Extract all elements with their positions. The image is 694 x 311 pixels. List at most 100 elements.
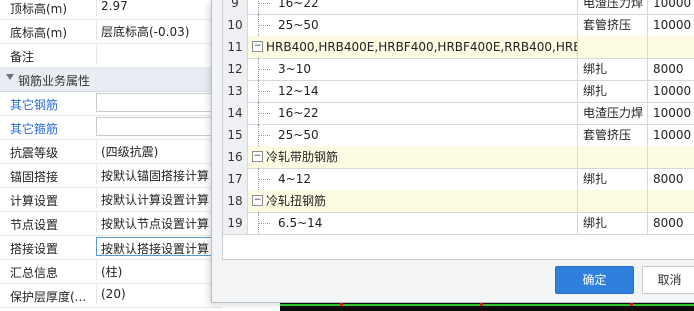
tree-line: [258, 25, 270, 26]
property-value[interactable]: [96, 45, 212, 64]
property-label[interactable]: 其它箍筋: [10, 120, 58, 137]
property-value[interactable]: 层底标高(-0.03): [96, 21, 212, 40]
table-row[interactable]: 15 25~50 套管挤压 10000: [223, 124, 694, 147]
table-row[interactable]: 10 25~50 套管挤压 10000: [223, 14, 694, 37]
property-label[interactable]: 其它钢筋: [10, 96, 58, 113]
property-value[interactable]: 按默认节点设置计算: [96, 213, 212, 232]
property-value[interactable]: 按默认搭接设置计算: [96, 237, 212, 256]
property-value[interactable]: 按默认计算设置计算: [96, 189, 212, 208]
row-number: 16: [223, 146, 248, 168]
property-row: 其它钢筋: [0, 91, 222, 116]
property-value[interactable]: (柱): [96, 261, 212, 280]
property-value[interactable]: (20): [96, 285, 212, 304]
connection-type-cell[interactable]: 绑扎: [578, 80, 648, 102]
property-value[interactable]: (四级抗震): [96, 141, 212, 160]
connection-type-cell[interactable]: 电渣压力焊: [578, 102, 648, 124]
property-value[interactable]: 2.97: [96, 0, 212, 16]
length-cell[interactable]: 8000: [648, 58, 694, 80]
rebar-name-cell[interactable]: 25~50: [248, 124, 578, 146]
property-row: 底标高(m) 层底标高(-0.03): [0, 19, 222, 44]
rebar-name-cell[interactable]: 25~50: [248, 14, 578, 36]
table-row[interactable]: 12 3~10 绑扎 8000: [223, 58, 694, 81]
connection-type-cell[interactable]: [578, 36, 648, 58]
property-label: 保护层厚度(...: [10, 290, 87, 304]
table-row[interactable]: 9 16~22 电渣压力焊 10000: [223, 0, 694, 15]
tree-line: [258, 69, 270, 70]
table-group-row[interactable]: 11− HRB400,HRB400E,HRBF400,HRBF400E,RRB40…: [223, 36, 694, 59]
collapse-triangle-icon[interactable]: [6, 74, 14, 80]
length-cell[interactable]: 10000: [648, 80, 694, 102]
collapse-box-icon[interactable]: −: [252, 195, 263, 206]
property-panel: 顶标高(m) 2.97 底标高(m) 层底标高(-0.03) 备注 钢筋业务属性其它钢筋其…: [0, 0, 222, 311]
rebar-name-cell[interactable]: − 冷轧带肋钢筋: [248, 146, 578, 168]
table-row[interactable]: 14 16~22 电渣压力焊 10000: [223, 102, 694, 125]
canvas-point: [480, 303, 483, 306]
canvas-point: [340, 303, 343, 306]
row-number: 9: [223, 0, 248, 14]
table-group-row[interactable]: 16− 冷轧带肋钢筋: [223, 146, 694, 169]
length-cell[interactable]: 10000: [648, 0, 694, 14]
tree-line: [258, 113, 270, 114]
drawing-canvas[interactable]: [280, 302, 694, 311]
property-row: 其它箍筋: [0, 115, 222, 140]
row-number: 17: [223, 168, 248, 190]
length-cell[interactable]: 10000: [648, 124, 694, 146]
connection-type-cell[interactable]: 绑扎: [578, 168, 648, 190]
rebar-name-cell[interactable]: − 冷轧扭钢筋: [248, 190, 578, 212]
diameter-range: 12~14: [278, 84, 319, 98]
table-row[interactable]: 19 6.5~14 绑扎 8000: [223, 212, 694, 235]
length-cell[interactable]: 8000: [648, 168, 694, 190]
group-name: 冷轧带肋钢筋: [266, 150, 339, 164]
length-cell[interactable]: [648, 146, 694, 168]
length-cell[interactable]: 10000: [648, 14, 694, 36]
table-group-row[interactable]: 18− 冷轧扭钢筋: [223, 190, 694, 213]
connection-type-cell[interactable]: 绑扎: [578, 58, 648, 80]
rebar-name-cell[interactable]: − HRB400,HRB400E,HRBF400,HRBF400E,RRB400,…: [248, 36, 578, 58]
length-cell[interactable]: [648, 36, 694, 58]
diameter-range: 3~10: [278, 62, 311, 76]
lap-settings-dialog: 9 16~22 电渣压力焊 10000 10 25~50 套管挤压 10000 11− HRB40…: [211, 0, 694, 303]
property-label: 节点设置: [10, 218, 59, 232]
diameter-range: 16~22: [278, 0, 319, 10]
rebar-name-cell[interactable]: 3~10: [248, 58, 578, 80]
connection-type-cell[interactable]: 电渣压力焊: [578, 0, 648, 14]
rebar-name-cell[interactable]: 4~12: [248, 168, 578, 190]
collapse-box-icon[interactable]: −: [252, 41, 263, 52]
row-number: 10: [223, 14, 248, 36]
property-value[interactable]: [96, 93, 212, 112]
tree-line: [258, 135, 270, 136]
rebar-name-cell[interactable]: 6.5~14: [248, 212, 578, 234]
property-label: 顶标高(m): [10, 2, 68, 16]
section-header-rebar-properties[interactable]: 钢筋业务属性: [0, 67, 222, 92]
collapse-box-icon[interactable]: −: [252, 151, 263, 162]
connection-type-cell[interactable]: [578, 190, 648, 212]
rebar-name-cell[interactable]: 16~22: [248, 0, 578, 14]
diameter-range: 4~12: [278, 172, 311, 186]
property-row: 备注: [0, 43, 222, 68]
tree-line: [258, 91, 270, 92]
table-row[interactable]: 13 12~14 绑扎 10000: [223, 80, 694, 103]
length-cell[interactable]: 8000: [648, 212, 694, 234]
rebar-name-cell[interactable]: 16~22: [248, 102, 578, 124]
row-number: 15: [223, 124, 248, 146]
connection-type-cell[interactable]: 套管挤压: [578, 14, 648, 36]
property-value[interactable]: 按默认锚固搭接计算: [96, 165, 212, 184]
row-number: 14: [223, 102, 248, 124]
row-number: 18: [223, 190, 248, 212]
connection-type-cell[interactable]: 绑扎: [578, 212, 648, 234]
rebar-name-cell[interactable]: 12~14: [248, 80, 578, 102]
ok-button[interactable]: 确定: [555, 266, 634, 294]
property-label: 锚固搭接: [10, 170, 59, 184]
property-value[interactable]: [96, 117, 212, 136]
group-name: HRB400,HRB400E,HRBF400,HRBF400E,RRB400,H…: [266, 40, 578, 54]
row-number: 19: [223, 212, 248, 234]
tree-line: [258, 223, 270, 224]
property-row: 保护层厚度(... (20): [0, 283, 222, 308]
connection-type-cell[interactable]: [578, 146, 648, 168]
property-label: 底标高(m): [10, 26, 68, 40]
length-cell[interactable]: 10000: [648, 102, 694, 124]
length-cell[interactable]: [648, 190, 694, 212]
connection-type-cell[interactable]: 套管挤压: [578, 124, 648, 146]
table-row[interactable]: 17 4~12 绑扎 8000: [223, 168, 694, 191]
cancel-button[interactable]: 取消: [642, 266, 694, 294]
